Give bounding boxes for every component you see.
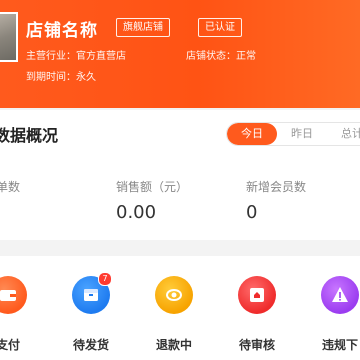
store-expire: 到期时间：永久 [26, 72, 96, 83]
stat-sales-value: 0.00 [116, 202, 157, 223]
tab-today[interactable]: 今日 [227, 123, 277, 145]
order-label-to-ship: 待发货 [72, 338, 109, 352]
order-label-review: 待审核 [238, 338, 275, 352]
stat-sales: 销售额（元） 0.00 [116, 178, 189, 223]
stat-orders-label: 单数 [0, 180, 21, 194]
stat-members-value: 0 [246, 202, 258, 223]
store-name: 店铺名称 [26, 21, 98, 41]
stat-members: 新增会员数 0 [246, 178, 307, 223]
store-status: 店铺状态：正常 [186, 51, 256, 62]
warning-icon [321, 276, 359, 314]
tab-total[interactable]: 总计 [327, 123, 360, 145]
order-label-violation: 违规下 [321, 338, 358, 352]
order-item-review[interactable]: 待审核 [227, 276, 287, 352]
store-header: 店铺名称 旗舰店铺 已认证 主营行业：官方直营店 店铺状态：正常 到期时间：永久 [0, 0, 360, 108]
order-item-pay[interactable]: 支付 [0, 276, 38, 352]
stat-sales-label: 销售额（元） [116, 180, 189, 194]
order-label-pay: 支付 [0, 338, 20, 352]
store-dashboard: 店铺名称 旗舰店铺 已认证 主营行业：官方直营店 店铺状态：正常 到期时间：永久… [0, 0, 360, 360]
tab-yesterday[interactable]: 昨日 [277, 123, 327, 145]
overview-card: 数据概况 今日 昨日 总计 单数 销售额（元） 0.00 新增会员数 0 [0, 110, 360, 240]
verified-badge: 已认证 [198, 18, 242, 37]
store-industry: 主营行业：官方直营店 [26, 51, 126, 62]
wallet-icon [0, 276, 27, 314]
store-avatar[interactable] [0, 12, 18, 62]
flagship-badge: 旗舰店铺 [116, 18, 170, 37]
order-item-violation[interactable]: 违规下 [310, 276, 360, 352]
to-ship-count-badge: 7 [98, 272, 112, 286]
refund-icon [155, 276, 193, 314]
stat-members-label: 新增会员数 [246, 180, 307, 194]
order-item-to-ship[interactable]: 7 待发货 [61, 272, 121, 352]
order-item-refund[interactable]: 退款中 [144, 276, 204, 352]
review-icon [238, 276, 276, 314]
order-shortcuts: 支付 7 待发货 退款中 待审核 违规下 [0, 256, 360, 360]
order-label-refund: 退款中 [155, 338, 192, 352]
box-icon: 7 [72, 272, 112, 314]
overview-title: 数据概况 [0, 126, 59, 145]
stat-orders: 单数 [0, 178, 20, 195]
date-range-tabs: 今日 昨日 总计 [226, 122, 360, 146]
